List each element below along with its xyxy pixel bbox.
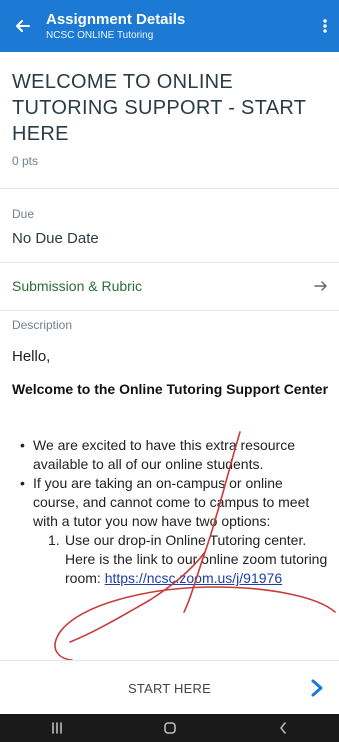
next-button[interactable] [305, 674, 329, 702]
nav-back-button[interactable] [271, 718, 295, 738]
zoom-link[interactable]: https://ncsc.zoom.us/j/91976 [105, 570, 282, 586]
start-here-label: START HERE [128, 680, 211, 696]
arrow-right-icon [303, 280, 339, 292]
assignment-points: 0 pts [12, 154, 39, 168]
recents-icon [51, 722, 62, 734]
bullet-item: If you are taking an on-campus or online… [20, 474, 332, 531]
bullet-item: We are excited to have this extra resour… [20, 436, 332, 474]
submission-rubric-label: Submission & Rubric [12, 278, 142, 294]
due-label: Due [12, 207, 35, 221]
description-heading: Welcome to the Online Tutoring Support C… [12, 381, 329, 397]
back-arrow-icon [16, 20, 30, 32]
description-bullets: We are excited to have this extra resour… [20, 436, 332, 588]
assignment-title: WELCOME TO ONLINE TUTORING SUPPORT - STA… [12, 71, 306, 145]
divider [0, 310, 339, 311]
submission-rubric-row[interactable]: Submission & Rubric [0, 262, 339, 310]
home-icon [163, 722, 176, 734]
nav-back-icon [279, 722, 286, 734]
description-greeting: Hello, [12, 348, 51, 365]
divider [0, 188, 339, 189]
app-bar-title: Assignment Details [46, 10, 186, 28]
back-button[interactable] [0, 0, 46, 52]
recents-button[interactable] [45, 718, 69, 738]
home-button[interactable] [158, 718, 182, 738]
overflow-menu-button[interactable] [311, 0, 339, 52]
app-bar: Assignment Details NCSC ONLINE Tutoring [0, 0, 339, 52]
numbered-item-number: 1. [48, 532, 60, 548]
app-bar-subtitle: NCSC ONLINE Tutoring [46, 29, 154, 41]
more-vert-icon [323, 19, 327, 33]
due-value: No Due Date [12, 230, 99, 247]
chevron-right-icon [311, 679, 323, 697]
assignment-content[interactable]: WELCOME TO ONLINE TUTORING SUPPORT - STA… [0, 52, 339, 660]
system-nav-bar [0, 714, 339, 742]
numbered-item: 1. Use our drop-in Online Tutoring cente… [20, 531, 332, 588]
start-here-bar[interactable]: START HERE [0, 660, 339, 715]
app-bar-titles: Assignment Details NCSC ONLINE Tutoring [46, 11, 311, 42]
description-label: Description [12, 318, 73, 332]
